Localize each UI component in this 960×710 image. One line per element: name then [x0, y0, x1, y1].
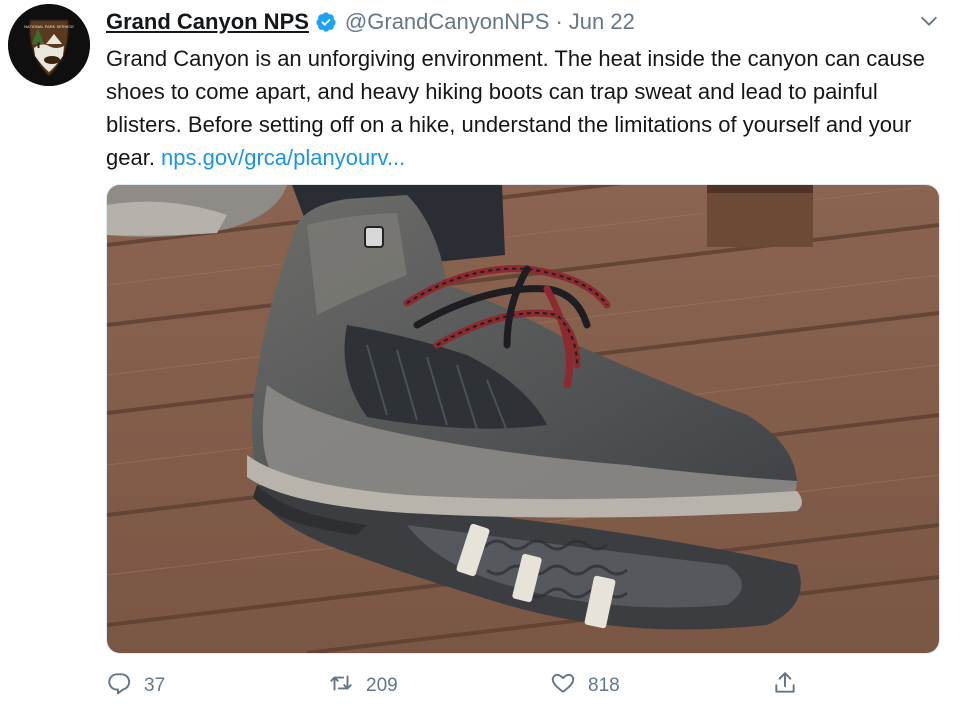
photo-worn-hiking-boot-with-detached-sole: [107, 185, 939, 653]
tweet-header: Grand Canyon NPS @GrandCanyonNPS · Jun 2…: [106, 6, 940, 38]
verified-badge-icon: [315, 11, 337, 33]
tweet-photo[interactable]: [106, 184, 940, 654]
retweet-icon: [328, 670, 354, 702]
logo-text: NATIONAL PARK SERVICE: [24, 24, 74, 29]
display-name[interactable]: Grand Canyon NPS: [106, 9, 309, 35]
like-icon: [550, 670, 576, 702]
separator-dot: ·: [555, 9, 563, 34]
retweet-count: 209: [366, 675, 398, 696]
reply-button[interactable]: 37: [106, 668, 165, 704]
reply-count: 37: [144, 675, 166, 696]
nps-arrowhead-logo: NATIONAL PARK SERVICE: [8, 4, 90, 86]
retweet-button[interactable]: 209: [328, 668, 398, 704]
tweet-link[interactable]: nps.gov/grca/planyourv...: [161, 145, 405, 170]
like-button[interactable]: 818: [550, 668, 620, 704]
share-button[interactable]: [772, 668, 798, 704]
tweet-text: Grand Canyon is an unforgiving environme…: [106, 42, 936, 174]
avatar[interactable]: NATIONAL PARK SERVICE: [8, 4, 90, 86]
like-count: 818: [588, 675, 620, 696]
share-icon: [772, 670, 798, 702]
tweet-date[interactable]: Jun 22: [569, 9, 635, 35]
handle[interactable]: @GrandCanyonNPS: [345, 9, 550, 35]
chevron-down-icon[interactable]: [918, 10, 940, 38]
reply-icon: [106, 670, 132, 702]
tweet-actions: 37 209 818: [106, 668, 806, 704]
